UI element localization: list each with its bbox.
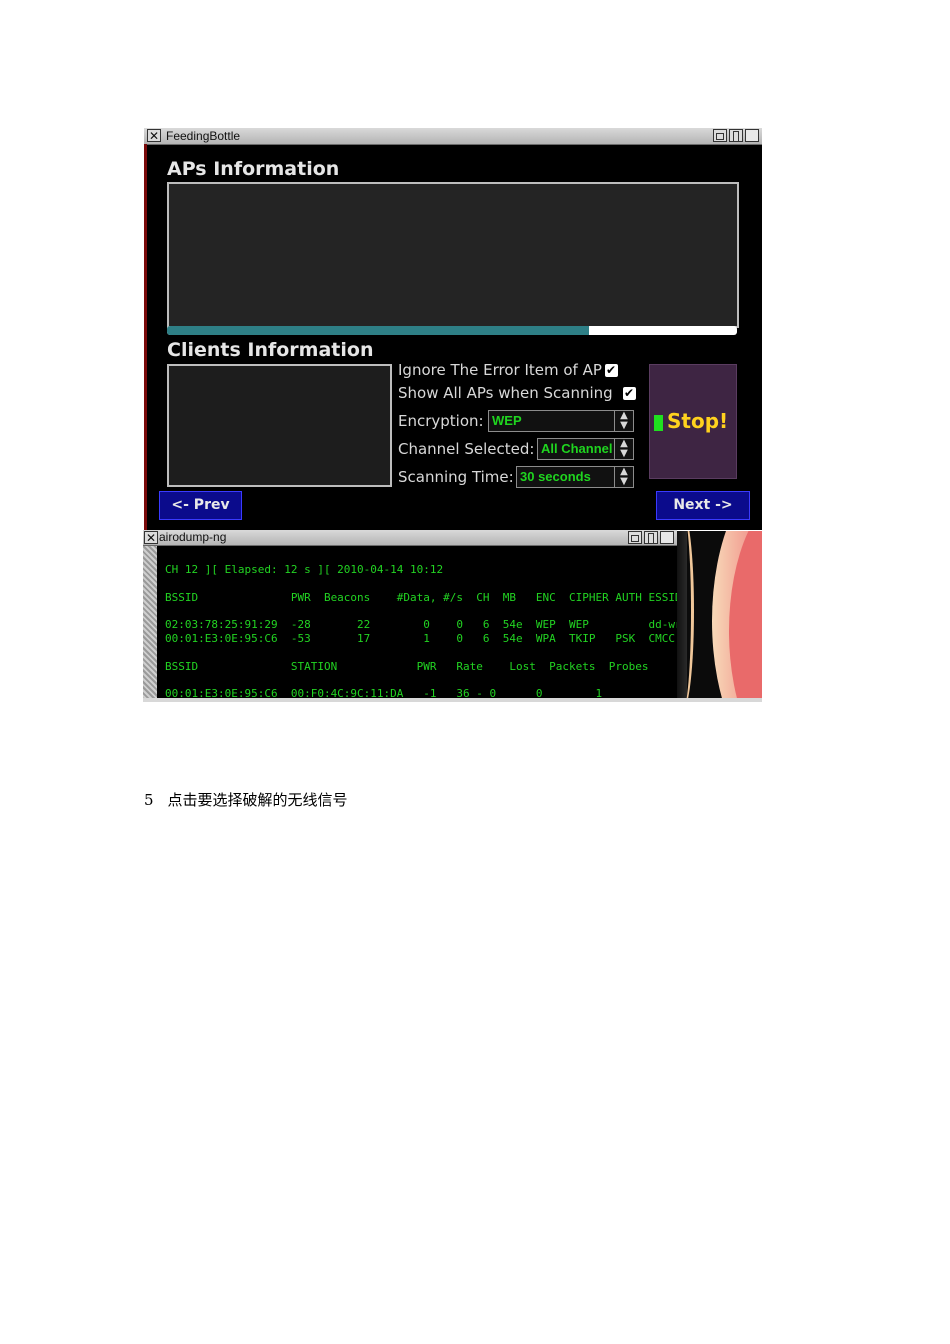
status-line: CH 12 ][ Elapsed: 12 s ][ 2010-04-14 10:…	[165, 563, 444, 576]
encryption-label: Encryption:	[398, 412, 484, 430]
scan-time-value: 30 seconds	[520, 469, 591, 484]
channel-select[interactable]: All Channel ▲ ▼	[537, 438, 634, 460]
ap-table-row[interactable]: 02:03:78:25:91:29 -28 22 0 0 6 54e WEP W…	[165, 619, 682, 631]
scan-time-select[interactable]: 30 seconds ▲ ▼	[516, 466, 634, 488]
step-caption: 5 点击要选择破解的无线信号	[144, 790, 348, 810]
client-table-header: BSSID STATION PWR Rate Lost Packets Prob…	[165, 660, 649, 673]
status-led-icon	[654, 415, 663, 431]
close-icon[interactable]: ✕	[147, 129, 161, 142]
aps-information-title: APs Information	[167, 158, 340, 180]
ap-table-header: BSSID PWR Beacons #Data, #/s CH MB ENC C…	[165, 591, 682, 604]
clients-information-title: Clients Information	[167, 339, 374, 361]
stop-label: Stop!	[667, 409, 729, 433]
channel-value: All Channel	[541, 441, 613, 456]
ignore-error-checkbox[interactable]	[605, 362, 618, 378]
spinner-arrows-icon[interactable]: ▲ ▼	[614, 439, 633, 459]
scan-time-label: Scanning Time:	[398, 468, 514, 486]
ap-table-row[interactable]: 00:01:E3:0E:95:C6 -53 17 1 0 6 54e WPA T…	[165, 633, 675, 645]
encryption-value: WEP	[492, 413, 522, 428]
ignore-error-label: Ignore The Error Item of AP	[398, 361, 602, 379]
window-title: airodump-ng	[159, 530, 227, 544]
scrollbar[interactable]	[143, 546, 157, 700]
airodump-window: ✕ airodump-ng CH 12 ][ Elapsed: 12 s ][ …	[143, 530, 762, 702]
close-icon[interactable]: ✕	[144, 531, 158, 544]
spinner-arrows-icon[interactable]: ▲ ▼	[614, 411, 633, 431]
scan-progress-bar	[167, 326, 737, 335]
client-table-row[interactable]: 00:01:E3:0E:95:C6 00:F0:4C:9C:11:DA -1 3…	[165, 688, 602, 697]
step-number: 5	[144, 791, 154, 809]
spinner-arrows-icon[interactable]: ▲ ▼	[614, 467, 633, 487]
window-bottom-border	[143, 698, 762, 702]
show-all-label: Show All APs when Scanning	[398, 384, 613, 402]
window-title: FeedingBottle	[166, 129, 241, 143]
channel-label: Channel Selected:	[398, 440, 535, 458]
shade-icon[interactable]	[745, 129, 759, 142]
maximize-icon[interactable]	[729, 129, 743, 142]
feedingbottle-titlebar[interactable]: ✕ FeedingBottle	[144, 128, 762, 145]
step-text: 点击要选择破解的无线信号	[167, 791, 348, 809]
desktop-wallpaper	[677, 531, 762, 698]
encryption-select[interactable]: WEP ▲ ▼	[488, 410, 634, 432]
prev-button[interactable]: <- Prev	[159, 491, 242, 520]
stop-button[interactable]: Stop!	[649, 364, 737, 479]
show-all-checkbox[interactable]	[623, 385, 636, 401]
feedingbottle-window: ✕ FeedingBottle APs Information Clients …	[144, 128, 762, 530]
shade-icon[interactable]	[660, 531, 674, 544]
aps-list[interactable]	[167, 182, 739, 328]
window-border	[144, 144, 147, 530]
airodump-titlebar[interactable]: ✕ airodump-ng	[143, 530, 677, 546]
minimize-icon[interactable]	[713, 129, 727, 142]
next-button[interactable]: Next ->	[656, 491, 750, 520]
clients-list[interactable]	[167, 364, 392, 487]
maximize-icon[interactable]	[644, 531, 658, 544]
scan-progress-fill	[167, 326, 589, 335]
minimize-icon[interactable]	[628, 531, 642, 544]
